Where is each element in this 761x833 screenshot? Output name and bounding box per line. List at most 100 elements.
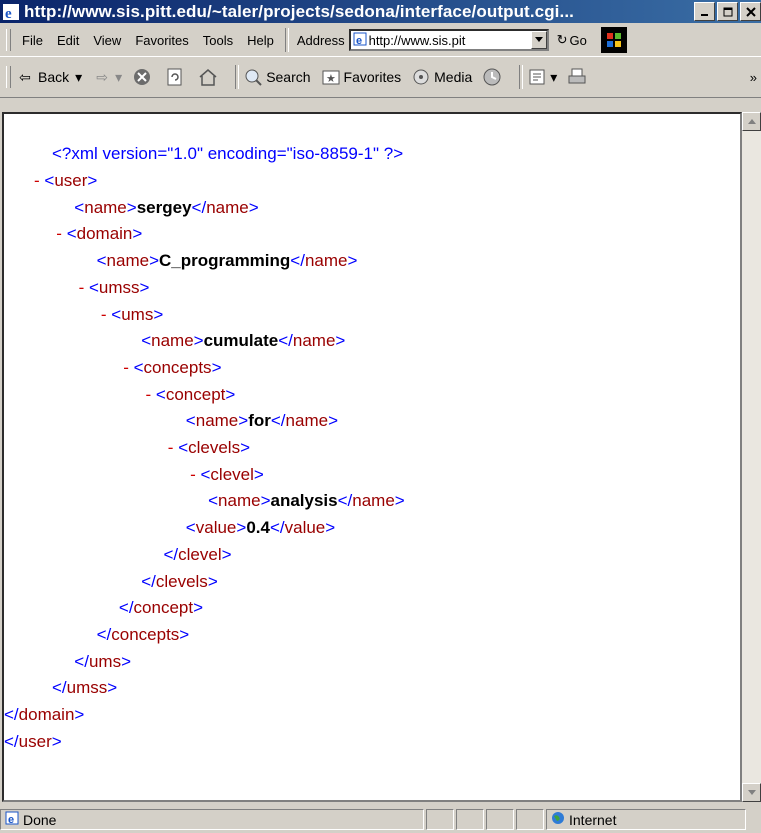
favorites-label: Favorites — [343, 69, 402, 85]
tag-bracket: > — [121, 651, 132, 671]
tag-name: user — [18, 731, 52, 751]
menu-help[interactable]: Help — [240, 33, 281, 48]
go-arrow-icon: ↻ — [556, 32, 568, 47]
home-button[interactable] — [198, 67, 221, 87]
xml-line[interactable]: - <user> — [34, 171, 97, 191]
printer-icon — [567, 67, 587, 87]
menu-bar: File Edit View Favorites Tools Help Addr… — [0, 24, 761, 57]
tag-bracket: < — [88, 277, 99, 297]
back-button[interactable]: ⇦ Back ▾ — [15, 67, 82, 87]
xml-line[interactable]: - <clevels> — [168, 438, 250, 458]
security-zone-panel: Internet — [546, 809, 746, 830]
tag-bracket: </ — [96, 624, 112, 644]
minimize-button[interactable] — [694, 2, 715, 21]
browser-window: e http://www.sis.pitt.edu/~taler/project… — [0, 0, 761, 833]
xml-line[interactable]: - <concept> — [146, 385, 236, 405]
page-icon: e — [353, 32, 367, 49]
status-panel-1 — [426, 809, 454, 830]
tag-bracket: </ — [337, 491, 353, 511]
xml-line[interactable]: - <clevel> — [190, 465, 264, 485]
menu-view[interactable]: View — [86, 33, 128, 48]
forward-dropdown-icon[interactable]: ▾ — [115, 69, 122, 86]
mail-button[interactable]: ▾ — [527, 67, 557, 87]
tag-name: value — [284, 518, 326, 538]
menu-tools[interactable]: Tools — [196, 33, 240, 48]
svg-text:★: ★ — [326, 73, 336, 85]
xml-line[interactable]: - <concepts> — [123, 358, 221, 378]
address-dropdown-button[interactable] — [530, 31, 547, 49]
favorites-button[interactable]: ★ Favorites — [321, 67, 402, 87]
print-button[interactable] — [567, 67, 590, 87]
media-label: Media — [434, 69, 473, 85]
collapse-toggle[interactable]: - — [168, 438, 178, 457]
xml-line: </umss> — [52, 678, 117, 698]
vertical-scrollbar[interactable] — [742, 112, 761, 802]
ie-logo-icon: e — [2, 3, 20, 22]
close-button[interactable] — [740, 2, 761, 21]
refresh-button[interactable] — [165, 67, 188, 87]
status-panel-2 — [456, 809, 484, 830]
tag-bracket: </ — [278, 331, 293, 351]
search-button[interactable]: Search — [243, 67, 311, 87]
collapse-toggle[interactable]: - — [146, 385, 156, 404]
tag-bracket: > — [132, 224, 143, 244]
menu-grip[interactable] — [6, 29, 11, 51]
tag-name: name — [84, 197, 127, 217]
maximize-button[interactable] — [717, 2, 738, 21]
scroll-down-button[interactable] — [742, 783, 761, 802]
xml-line[interactable]: - <umss> — [79, 278, 150, 298]
collapse-toggle[interactable]: - — [101, 305, 111, 324]
tag-bracket: > — [260, 491, 271, 511]
tag-bracket: > — [179, 624, 190, 644]
tag-name: name — [292, 331, 336, 351]
collapse-toggle[interactable]: - — [34, 171, 44, 190]
back-label: Back — [38, 69, 70, 85]
toolbar-grip[interactable] — [6, 66, 11, 88]
tag-name: clevel — [178, 544, 222, 564]
tag-bracket: > — [325, 518, 336, 538]
go-button[interactable]: ↻ Go — [557, 32, 587, 48]
xml-line: </user> — [4, 732, 62, 752]
tag-bracket: </ — [52, 678, 67, 698]
history-button[interactable] — [482, 67, 505, 87]
svg-text:e: e — [356, 35, 362, 46]
collapse-toggle[interactable]: - — [190, 465, 200, 484]
toolbar-separator — [235, 65, 240, 89]
globe-icon — [551, 811, 565, 828]
tag-name: name — [151, 331, 194, 351]
tag-bracket: < — [208, 491, 219, 511]
toolbar-overflow-icon[interactable]: » — [750, 70, 757, 85]
collapse-toggle[interactable]: - — [123, 358, 133, 377]
xml-line[interactable]: - <domain> — [56, 224, 142, 244]
tag-name: ums — [121, 304, 154, 324]
tag-name: name — [195, 411, 239, 431]
scroll-up-button[interactable] — [742, 112, 761, 131]
stop-button[interactable] — [132, 67, 155, 87]
tag-bracket: > — [225, 384, 236, 404]
tag-bracket: < — [74, 197, 85, 217]
tag-bracket: </ — [141, 571, 156, 591]
menu-favorites[interactable]: Favorites — [128, 33, 195, 48]
tag-bracket: < — [185, 518, 196, 538]
address-label: Address — [296, 32, 345, 48]
tag-name: name — [304, 251, 348, 271]
mail-dropdown-icon[interactable]: ▾ — [550, 69, 557, 86]
search-icon — [243, 67, 263, 87]
address-input[interactable]: e http://www.sis.pit — [348, 29, 549, 51]
tag-bracket: < — [155, 384, 166, 404]
tag-name: name — [352, 491, 395, 511]
menu-edit[interactable]: Edit — [50, 33, 86, 48]
tag-bracket: > — [193, 598, 204, 618]
tag-bracket: </ — [118, 598, 134, 618]
title-bar[interactable]: e http://www.sis.pitt.edu/~taler/project… — [0, 0, 761, 23]
xml-line[interactable]: - <ums> — [101, 305, 163, 325]
media-button[interactable]: Media — [411, 67, 472, 87]
menu-file[interactable]: File — [15, 33, 50, 48]
collapse-toggle[interactable]: - — [56, 224, 66, 243]
back-dropdown-icon[interactable]: ▾ — [75, 69, 82, 86]
tag-bracket: > — [240, 438, 251, 457]
xml-declaration: <?xml version="1.0" encoding="iso-8859-1… — [52, 144, 403, 164]
collapse-toggle[interactable]: - — [79, 278, 89, 297]
forward-button[interactable]: ⇨ ▾ — [92, 67, 122, 87]
xml-line: <name>C_programming</name> — [97, 251, 358, 271]
